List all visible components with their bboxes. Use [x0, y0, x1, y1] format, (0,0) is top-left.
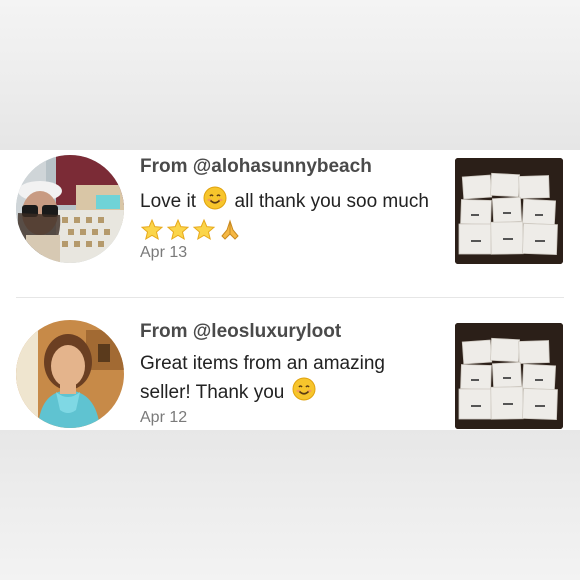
blurred-background-bottom [0, 430, 580, 580]
review-item: From @leosluxuryloot Great items from an… [0, 315, 580, 430]
reviews-panel: From @alohasunnybeach Love it all thank … [0, 150, 580, 430]
listing-thumbnail[interactable] [455, 323, 563, 429]
comment-text: all thank you soo much [234, 191, 429, 213]
comment-text: Love it [140, 191, 196, 213]
blurred-background-top [0, 0, 580, 150]
folded-hands-emoji-icon [218, 218, 242, 250]
smiling-face-emoji-icon [292, 377, 316, 409]
review-comment: Love it all thank you soo much [140, 186, 440, 250]
reviewer-avatar[interactable] [16, 320, 124, 428]
review-date: Apr 12 [140, 409, 188, 426]
comment-text: Great items from an amazing seller! Than… [140, 353, 385, 404]
reviewer-username[interactable]: From @leosluxuryloot [140, 321, 341, 343]
reviewer-avatar[interactable] [16, 155, 124, 263]
review-date: Apr 13 [140, 244, 188, 261]
reviewer-username[interactable]: From @alohasunnybeach [140, 156, 372, 178]
review-item: From @alohasunnybeach Love it all thank … [0, 150, 580, 298]
review-comment: Great items from an amazing seller! Than… [140, 351, 440, 409]
glowing-star-emoji-icon [192, 218, 216, 250]
listing-thumbnail[interactable] [455, 158, 563, 264]
smiling-face-emoji-icon [203, 186, 227, 218]
divider [16, 297, 564, 298]
